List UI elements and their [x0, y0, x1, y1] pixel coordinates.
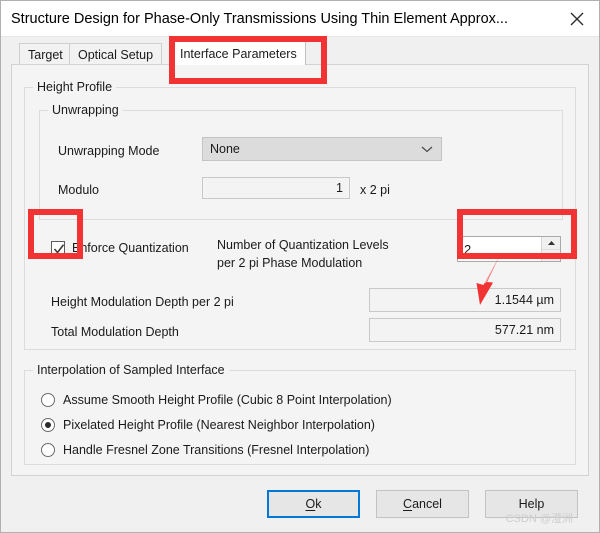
tab-interface-parameters[interactable]: Interface Parameters — [171, 41, 306, 65]
stepper-up-icon[interactable] — [542, 237, 560, 250]
height-modulation-depth-value: 1.1544 µm — [494, 293, 554, 307]
help-button-label: Help — [518, 497, 545, 511]
enforce-quantization-checkbox[interactable]: Enforce Quantization — [51, 241, 189, 255]
checkmark-icon — [51, 241, 65, 255]
modulo-value: 1 — [336, 181, 343, 195]
dialog-window: Structure Design for Phase-Only Transmis… — [0, 0, 600, 533]
title-bar: Structure Design for Phase-Only Transmis… — [1, 1, 599, 37]
modulo-label: Modulo — [58, 183, 99, 197]
window-title: Structure Design for Phase-Only Transmis… — [11, 10, 508, 27]
quantization-levels-label-line2: per 2 pi Phase Modulation — [217, 256, 363, 270]
stepper-buttons[interactable] — [541, 237, 560, 261]
tab-optical-setup-label: Optical Setup — [78, 47, 154, 62]
unwrapping-mode-label: Unwrapping Mode — [58, 144, 160, 158]
ok-button-accel: O — [305, 497, 316, 511]
group-interpolation: Interpolation of Sampled Interface Assum… — [24, 363, 576, 465]
group-height-profile-legend: Height Profile — [33, 80, 117, 94]
cancel-button-accel: C — [403, 497, 413, 511]
quantization-levels-label-line1: Number of Quantization Levels — [217, 238, 389, 252]
tab-strip: Target Optical Setup Interface Parameter… — [11, 41, 589, 65]
total-modulation-depth-label: Total Modulation Depth — [51, 325, 179, 339]
chevron-down-icon — [421, 138, 433, 160]
radio-assume-smooth-height-profile[interactable]: Assume Smooth Height Profile (Cubic 8 Po… — [41, 393, 392, 407]
close-icon[interactable] — [555, 2, 599, 36]
unwrapping-mode-select[interactable]: None — [202, 137, 442, 161]
quantization-levels-value: 2 — [464, 241, 472, 257]
total-modulation-depth-value: 577.21 nm — [494, 323, 554, 337]
radio-handle-fresnel-zone-transitions[interactable]: Handle Fresnel Zone Transitions (Fresnel… — [41, 443, 369, 457]
stepper-down-icon[interactable] — [542, 250, 560, 262]
enforce-quantization-label: Enforce Quantization — [72, 241, 189, 255]
tab-optical-setup[interactable]: Optical Setup — [69, 43, 163, 65]
radio-pixelated-height-profile-label: Pixelated Height Profile (Nearest Neighb… — [63, 418, 375, 432]
tab-target-label: Target — [28, 47, 63, 62]
radio-assume-smooth-height-profile-label: Assume Smooth Height Profile (Cubic 8 Po… — [63, 393, 392, 407]
cancel-button-label: ancel — [412, 497, 442, 511]
total-modulation-depth-value-field: 577.21 nm — [369, 318, 561, 342]
radio-pixelated-height-profile[interactable]: Pixelated Height Profile (Nearest Neighb… — [41, 418, 375, 432]
ok-button[interactable]: Ok — [267, 490, 360, 518]
height-modulation-depth-value-field: 1.1544 µm — [369, 288, 561, 312]
group-unwrapping: Unwrapping Unwrapping Mode None Modulo 1… — [39, 103, 563, 220]
group-interpolation-legend: Interpolation of Sampled Interface — [33, 363, 229, 377]
modulo-unit-label: x 2 pi — [360, 183, 390, 197]
modulo-input[interactable]: 1 — [202, 177, 350, 199]
tab-page-interface-parameters: Height Profile Unwrapping Unwrapping Mod… — [11, 64, 589, 476]
group-unwrapping-legend: Unwrapping — [48, 103, 123, 117]
group-height-profile: Height Profile Unwrapping Unwrapping Mod… — [24, 80, 576, 350]
radio-unselected-icon — [41, 443, 55, 457]
radio-selected-icon — [41, 418, 55, 432]
watermark: CSDN @澄洲 — [505, 513, 573, 525]
radio-handle-fresnel-zone-transitions-label: Handle Fresnel Zone Transitions (Fresnel… — [63, 443, 370, 457]
quantization-levels-stepper[interactable]: 2 — [457, 236, 561, 262]
height-modulation-depth-label: Height Modulation Depth per 2 pi — [51, 295, 234, 309]
radio-unselected-icon — [41, 393, 55, 407]
ok-button-label: k — [315, 497, 322, 511]
tab-interface-parameters-label: Interface Parameters — [180, 46, 297, 61]
unwrapping-mode-value: None — [210, 142, 240, 156]
tab-target[interactable]: Target — [19, 43, 72, 65]
cancel-button[interactable]: Cancel — [376, 490, 469, 518]
